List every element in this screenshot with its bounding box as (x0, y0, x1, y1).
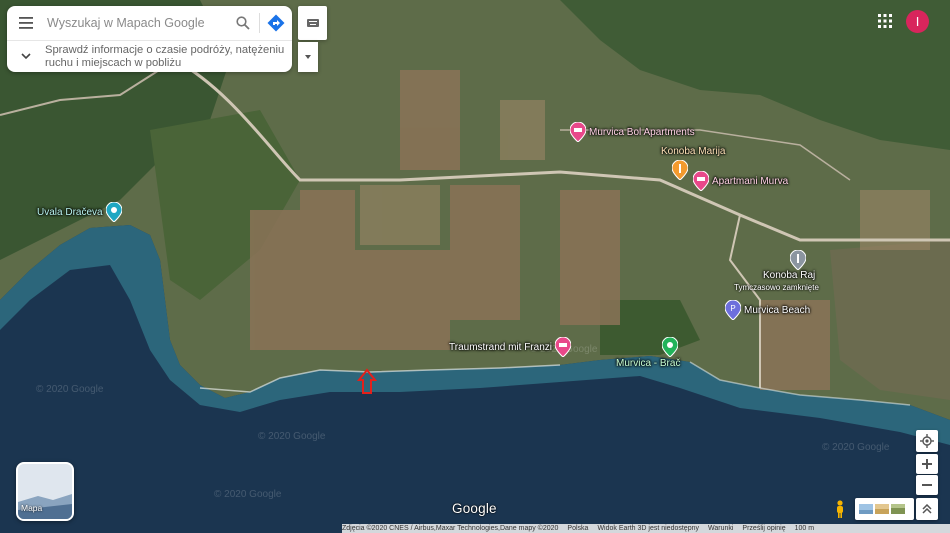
restaurant-pin-icon (672, 160, 688, 180)
thumbnail-icon (891, 504, 905, 514)
zoom-out-button[interactable] (916, 475, 938, 495)
feedback-link[interactable]: Prześlij opinię (742, 525, 785, 532)
layer-switcher[interactable]: Mapa (16, 462, 74, 521)
imagery-thumbnails[interactable] (855, 498, 914, 520)
svg-text:P: P (730, 304, 735, 313)
scale-label[interactable]: 100 m (795, 525, 814, 532)
search-input[interactable] (45, 16, 227, 30)
poi-konoba-marija[interactable]: Konoba Marija (654, 146, 728, 157)
directions-button[interactable] (260, 6, 292, 40)
nearby-info-row[interactable]: Sprawdź informacje o czasie podróży, nat… (7, 41, 292, 72)
poi-label: Traumstrand mit Franzi (449, 341, 552, 353)
poi-status-label: Tymczasowo zamknięte (734, 283, 819, 292)
nearby-info-text: Sprawdź informacje o czasie podróży, nat… (45, 43, 285, 69)
search-button[interactable] (227, 6, 259, 40)
google-logo: Google (452, 501, 497, 516)
poi-uvala-draceva[interactable]: Uvala Dračeva (34, 202, 122, 222)
menu-button[interactable] (7, 6, 45, 40)
keyboard-icon (306, 19, 319, 27)
poi-apartmani-murva[interactable]: Apartmani Murva (693, 171, 788, 191)
thumbnail-icon (875, 504, 889, 514)
thumbnail-icon (859, 504, 873, 514)
map-watermark: © 2020 Google (258, 431, 326, 442)
poi-label: Uvala Dračeva (37, 206, 103, 218)
expand-controls-button[interactable] (916, 498, 938, 520)
chevron-down-icon (21, 53, 31, 60)
poi-murvica-brac[interactable]: Murvica - Brač (616, 358, 680, 369)
hotel-pin-icon (570, 122, 586, 142)
region-link[interactable]: Polska (567, 525, 588, 532)
search-row (7, 6, 292, 41)
apps-button[interactable] (876, 12, 894, 30)
side-panel-toggle[interactable] (298, 42, 318, 72)
terms-link[interactable]: Warunki (708, 525, 733, 532)
map-watermark: © 2020 Google (36, 384, 104, 395)
account-avatar[interactable]: I (906, 10, 929, 33)
hotel-pin-icon (554, 337, 571, 357)
apps-grid-icon (878, 14, 892, 28)
poi-label: Konoba Raj (763, 270, 816, 281)
minus-icon (922, 484, 932, 486)
map-watermark: © 2020 Google (214, 489, 282, 500)
earth-3d-notice: Widok Earth 3D jest niedostępny (597, 525, 699, 532)
poi-murvica-bol-apartments[interactable]: Murvica Bol Apartments (570, 122, 695, 142)
map-watermark: © 2020 Google (822, 442, 890, 453)
poi-traumstrand-mit-franzi[interactable]: Traumstrand mit Franzi (449, 337, 571, 357)
expand-button[interactable] (7, 53, 45, 60)
layer-label: Mapa (21, 503, 43, 513)
restaurant-pin[interactable] (672, 160, 688, 180)
hamburger-icon (19, 17, 33, 29)
poi-label: Murvica Beach (744, 304, 811, 316)
poi-konoba-raj[interactable]: Konoba Raj (760, 270, 815, 281)
beach-pin-icon (105, 202, 122, 222)
poi-murvica-beach[interactable]: P Murvica Beach (725, 300, 810, 320)
search-icon (236, 16, 250, 30)
restaurant-pin[interactable] (790, 250, 806, 270)
poi-label: Apartmani Murva (712, 175, 789, 187)
pegman-icon (837, 500, 843, 518)
collapse-panel-button[interactable] (298, 6, 327, 40)
poi-label: Murvica Bol Apartments (589, 126, 695, 138)
street-view-pegman[interactable] (830, 498, 850, 520)
caret-down-icon (305, 55, 311, 59)
my-location-button[interactable] (916, 430, 938, 452)
poi-label: Konoba Marija (661, 146, 726, 157)
chevron-up-icon (922, 504, 932, 514)
restaurant-pin-icon (790, 250, 806, 270)
search-panel: Sprawdź informacje o czasie podróży, nat… (7, 6, 292, 72)
map-footer: Zdjęcia ©2020 CNES / Airbus,Maxar Techno… (342, 524, 950, 533)
place-pin[interactable] (662, 337, 678, 357)
plus-icon (922, 459, 932, 469)
hotel-pin-icon (693, 171, 709, 191)
zoom-in-button[interactable] (916, 454, 938, 474)
directions-icon (267, 14, 285, 32)
my-location-icon (920, 434, 934, 448)
imagery-attribution: Zdjęcia ©2020 CNES / Airbus,Maxar Techno… (342, 525, 559, 532)
satellite-map[interactable] (0, 0, 950, 533)
poi-label: Murvica - Brač (616, 358, 681, 369)
parking-pin-icon: P (725, 300, 741, 320)
place-pin-icon (662, 337, 678, 357)
